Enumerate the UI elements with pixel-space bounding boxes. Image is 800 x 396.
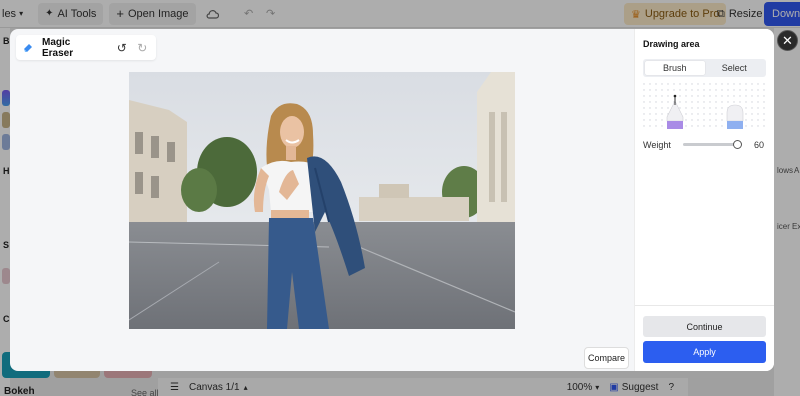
drawing-panel: Drawing area Brush Select Weight 60 Cont… (634, 29, 774, 371)
edited-photo[interactable] (129, 72, 515, 329)
tab-brush[interactable]: Brush (645, 61, 705, 75)
eraser-icon[interactable] (726, 104, 744, 129)
weight-label: Weight (643, 140, 671, 150)
continue-button[interactable]: Continue (643, 316, 766, 337)
weight-slider[interactable] (683, 140, 742, 149)
redo-icon[interactable]: ↻ (136, 41, 150, 55)
close-icon[interactable]: ✕ (777, 30, 798, 51)
drawing-area-heading: Drawing area (643, 39, 700, 49)
weight-value: 60 (754, 140, 765, 150)
weight-slider-thumb[interactable] (733, 140, 742, 149)
mode-toggle: Brush Select (643, 59, 766, 77)
apply-button[interactable]: Apply (643, 341, 766, 363)
brush-preview (643, 83, 766, 131)
divider (635, 305, 774, 306)
compare-button[interactable]: Compare (584, 347, 629, 369)
magic-eraser-dialog: Magic Eraser ↺ ↻ Compare Drawing area Br… (10, 29, 774, 371)
magic-eraser-header: Magic Eraser ↺ ↻ (16, 35, 156, 60)
tab-select[interactable]: Select (705, 61, 765, 75)
magic-eraser-icon (23, 42, 34, 53)
magic-eraser-title: Magic Eraser (42, 36, 74, 59)
undo-icon[interactable]: ↺ (115, 41, 129, 55)
